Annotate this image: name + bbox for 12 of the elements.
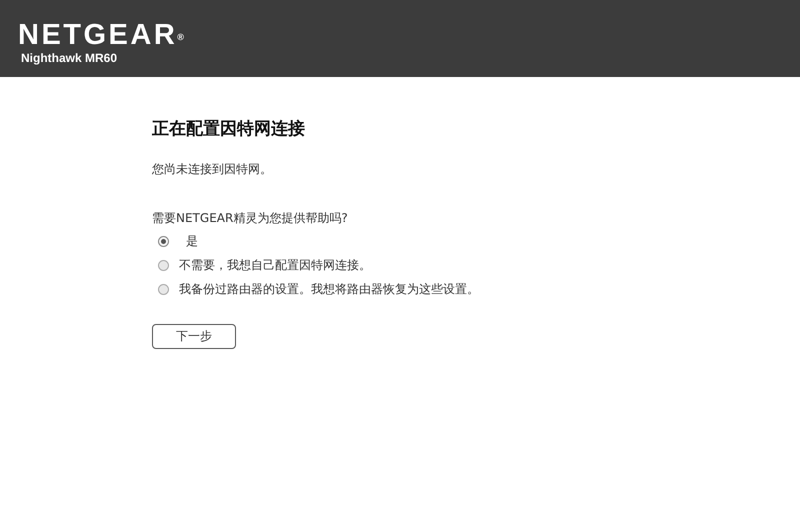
status-text: 您尚未连接到因特网。 [152,161,273,178]
radio-button[interactable] [158,236,169,246]
brand-logo: NETGEAR$^{®}$ [18,20,184,50]
radio-button[interactable] [158,284,169,294]
page-title: 正在配置因特网连接 [152,118,306,141]
product-name: Nighthawk MR60 [21,51,118,65]
radio-button[interactable] [158,260,169,270]
option-label: 不需要，我想自己配置因特网连接。 [179,256,371,274]
question-text: 需要NETGEAR精灵为您提供帮助吗? [152,210,349,227]
next-button[interactable]: 下一步 [152,324,236,349]
option-label: 是 [186,232,198,250]
option-label: 我备份过路由器的设置。我想将路由器恢复为这些设置。 [179,280,479,298]
